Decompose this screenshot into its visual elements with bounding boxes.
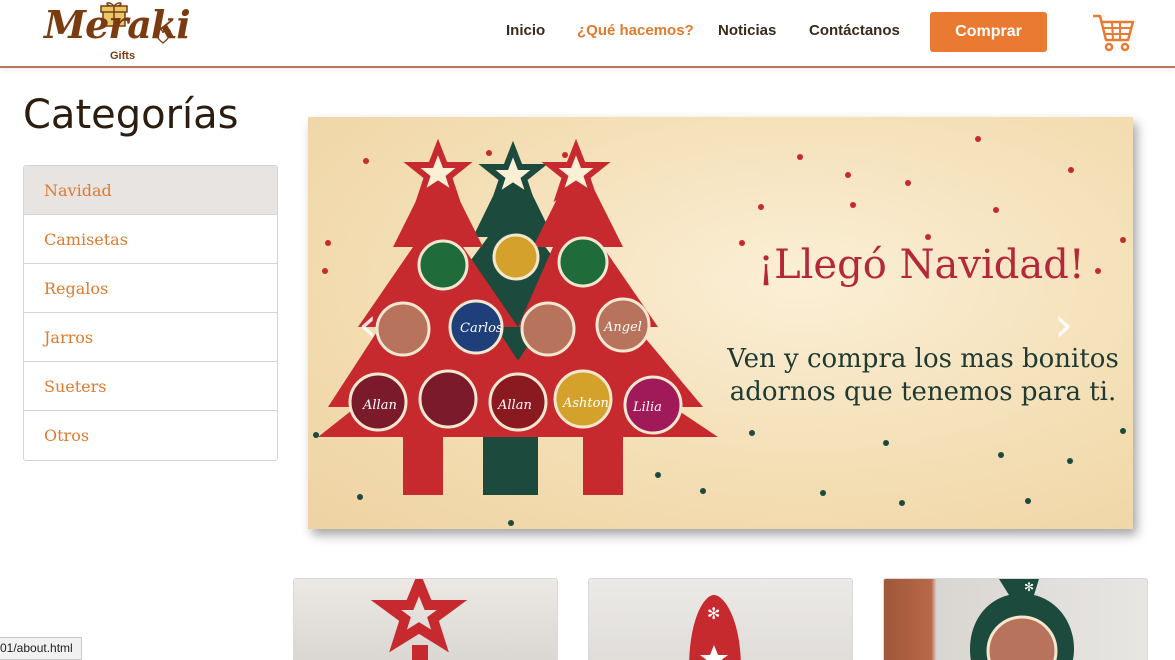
tree-ornament-image: ✻ <box>689 595 741 660</box>
buy-button-label: Comprar <box>955 23 1022 40</box>
logo-subtitle: Gifts <box>110 50 136 62</box>
category-regalos[interactable]: Regalos <box>24 264 277 313</box>
nav-inicio[interactable]: Inicio <box>506 22 545 39</box>
shopping-cart-icon <box>1093 14 1135 52</box>
category-label: Regalos <box>44 278 109 298</box>
nav-contactanos[interactable]: Contáctanos <box>809 22 900 39</box>
product-card[interactable]: ✻ <box>588 578 853 660</box>
chevron-right-icon[interactable]: › <box>1054 297 1073 353</box>
categories-title: Categorías <box>23 92 239 138</box>
page: Meraki Gifts Inicio ¿Qué hacemos? Notici… <box>0 0 1175 660</box>
heart-icon <box>155 28 171 44</box>
product-card[interactable] <box>293 578 558 660</box>
buy-button[interactable]: Comprar <box>930 12 1047 52</box>
categories-list: Navidad Camisetas Regalos Jarros Sueters… <box>23 165 278 461</box>
product-card[interactable]: ✻ <box>883 578 1148 660</box>
chevron-left-icon[interactable]: ‹ <box>358 297 377 353</box>
svg-text:✻: ✻ <box>1024 580 1034 594</box>
category-jarros[interactable]: Jarros <box>24 313 277 362</box>
site-header: Meraki Gifts Inicio ¿Qué hacemos? Notici… <box>0 0 1175 68</box>
nav-noticias[interactable]: Noticias <box>718 22 776 39</box>
status-bar-url: 01/about.html <box>0 637 82 660</box>
svg-text:✻: ✻ <box>707 604 720 623</box>
ornament-name: Allan <box>362 398 397 413</box>
category-label: Camisetas <box>44 229 128 249</box>
category-otros[interactable]: Otros <box>24 411 277 460</box>
category-label: Sueters <box>44 376 107 396</box>
slide-subtitle-line2: adornos que tenemos para ti. <box>729 377 1117 407</box>
logo[interactable]: Meraki Gifts <box>40 0 191 66</box>
ornament-name: Lilia <box>632 400 662 415</box>
nav-que-hacemos[interactable]: ¿Qué hacemos? <box>577 22 694 39</box>
star-ornament-image <box>370 579 468 660</box>
category-camisetas[interactable]: Camisetas <box>24 215 277 264</box>
category-navidad[interactable]: Navidad <box>24 166 277 215</box>
category-label: Jarros <box>44 327 94 347</box>
category-label: Otros <box>44 426 90 445</box>
round-ornament-image: ✻ <box>970 579 1074 660</box>
ornament-name: Carlos <box>460 321 503 336</box>
ornament-name: Angel <box>603 320 642 335</box>
christmas-trees-image: Carlos Allan Allan Lilia Angel Ashton <box>313 136 1126 526</box>
ornament-name: Allan <box>497 398 532 413</box>
category-sueters[interactable]: Sueters <box>24 362 277 411</box>
ornament-name: Ashton <box>562 396 609 411</box>
cart-button[interactable] <box>1090 10 1136 54</box>
slide-title: ¡Llegó Navidad! <box>758 242 1085 288</box>
hero-carousel: Carlos Allan Allan Lilia Angel Ashton ¡L… <box>308 117 1133 529</box>
category-label: Navidad <box>44 180 112 200</box>
